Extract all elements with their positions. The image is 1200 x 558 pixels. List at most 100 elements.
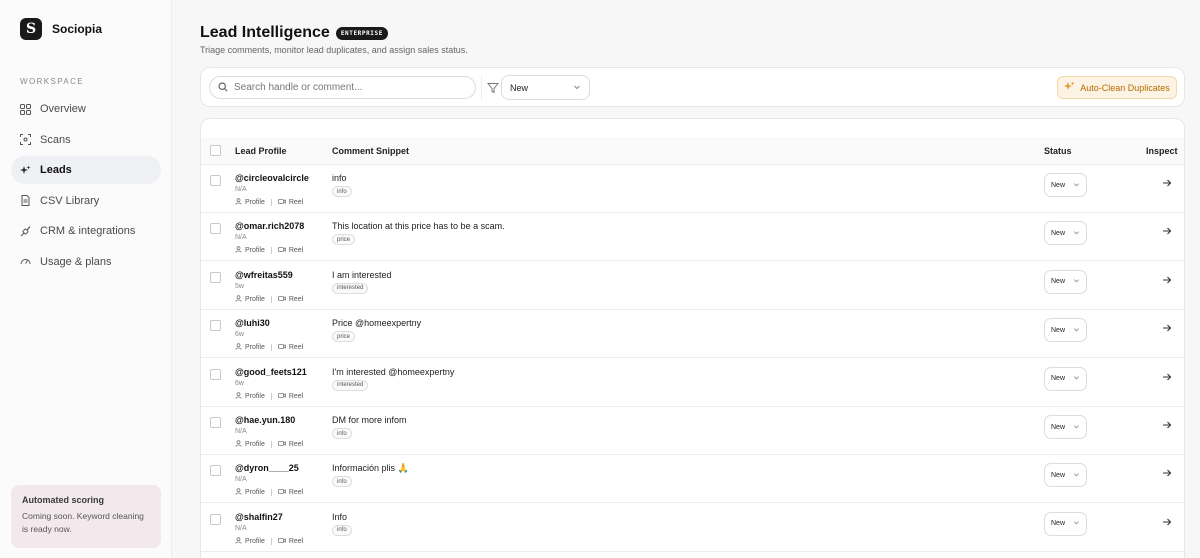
column-header-status[interactable]: Status (1044, 146, 1072, 156)
reel-link[interactable]: Reel (289, 393, 303, 400)
sidebar-item-label: CRM & integrations (40, 225, 136, 238)
status-select[interactable]: New (1044, 366, 1087, 391)
search-input[interactable] (234, 82, 464, 93)
comment-snippet: I am interested (332, 269, 392, 280)
sidebar-item-scans[interactable]: Scans (11, 126, 161, 154)
inspect-arrow-icon[interactable] (1162, 514, 1172, 526)
status-select[interactable]: New (1044, 415, 1087, 439)
inspect-arrow-icon[interactable] (1162, 320, 1172, 332)
reel-link[interactable]: Reel (289, 538, 303, 545)
video-icon (277, 343, 286, 352)
lead-handle[interactable]: @hae.yun.180 (235, 415, 295, 425)
automated-scoring-promo: Automated scoring Coming soon. Keyword c… (11, 485, 161, 548)
reel-link[interactable]: Reel (289, 489, 303, 496)
lead-handle[interactable]: @luhi30 (235, 318, 270, 328)
row-checkbox[interactable] (210, 513, 221, 525)
profile-link[interactable]: Profile (245, 199, 265, 206)
status-select[interactable]: New (1044, 269, 1087, 294)
reel-link[interactable]: Reel (289, 199, 303, 206)
reel-link[interactable]: Reel (289, 296, 303, 303)
status-select[interactable]: New (1044, 511, 1087, 536)
status-value: New (1051, 520, 1066, 528)
profile-link[interactable]: Profile (245, 296, 265, 303)
search-box[interactable] (209, 76, 476, 99)
profile-link[interactable]: Profile (245, 489, 265, 496)
sidebar-item-crm-integrations[interactable]: CRM & integrations (11, 217, 161, 245)
reel-link[interactable]: Reel (289, 441, 303, 448)
column-header-comment-snippet[interactable]: Comment Snippet (332, 146, 409, 156)
lead-links: Profile Reel (235, 343, 303, 352)
lead-handle[interactable]: @circleovalcircle (235, 173, 309, 183)
table-row: @omar.rich2078 N/A Profile Reel This loc… (201, 213, 1184, 262)
lead-links: Profile Reel (235, 295, 303, 304)
status-value: New (1051, 423, 1066, 431)
leads-table: Lead Profile Comment Snippet Status Insp… (200, 118, 1185, 558)
auto-clean-duplicates-button[interactable]: Auto-Clean Duplicates (1057, 76, 1177, 99)
chevron-down-icon (1073, 374, 1080, 383)
inspect-arrow-icon[interactable] (1162, 465, 1172, 477)
profile-link[interactable]: Profile (245, 441, 265, 448)
status-select[interactable]: New (1044, 463, 1087, 488)
row-checkbox[interactable] (210, 417, 221, 428)
file-icon (20, 195, 31, 207)
profile-link[interactable]: Profile (245, 344, 265, 351)
video-icon (277, 392, 286, 401)
row-checkbox[interactable] (210, 320, 221, 332)
status-select[interactable]: New (1044, 173, 1087, 197)
link-separator (270, 537, 272, 545)
promo-text: Coming soon. Keyword cleaning is ready n… (22, 511, 144, 534)
column-header-lead-profile[interactable]: Lead Profile (235, 146, 287, 156)
brand[interactable]: S Sociopia (20, 18, 102, 40)
chevron-down-icon (1073, 229, 1080, 238)
lead-age: N/A (235, 524, 247, 532)
row-checkbox[interactable] (210, 223, 221, 235)
user-icon (235, 537, 242, 546)
status-value: New (1051, 181, 1066, 189)
sidebar-item-usage-plans[interactable]: Usage & plans (11, 248, 161, 276)
video-icon (277, 295, 286, 304)
comment-snippet: DM for more infom (332, 415, 407, 425)
select-all-checkbox[interactable] (210, 145, 221, 156)
lead-handle[interactable]: @good_feets121 (235, 367, 307, 377)
inspect-arrow-icon[interactable] (1162, 417, 1172, 429)
reel-link[interactable]: Reel (289, 247, 303, 254)
row-checkbox[interactable] (210, 175, 221, 186)
profile-link[interactable]: Profile (245, 247, 265, 254)
status-select[interactable]: New (1044, 221, 1087, 246)
inspect-arrow-icon[interactable] (1162, 223, 1172, 235)
user-icon (235, 198, 242, 207)
lead-handle[interactable]: @dyron____25 (235, 463, 299, 473)
sidebar-item-leads[interactable]: Leads (11, 156, 161, 185)
table-row: @wfreitas559 5w Profile Reel I am intere… (201, 262, 1184, 310)
comment-snippet: info (332, 173, 347, 183)
row-checkbox[interactable] (210, 368, 221, 380)
status-select[interactable]: New (1044, 318, 1087, 343)
sidebar-item-label: Overview (40, 103, 86, 115)
status-filter-select[interactable]: New (501, 75, 590, 100)
toolbar: New Auto-Clean Duplicates (200, 67, 1185, 107)
lead-age: N/A (235, 428, 247, 435)
row-checkbox[interactable] (210, 271, 221, 283)
profile-link[interactable]: Profile (245, 393, 265, 400)
lead-handle[interactable]: @omar.rich2078 (235, 221, 304, 231)
chevron-down-icon (1073, 423, 1080, 432)
lead-handle[interactable]: @wfreitas559 (235, 270, 293, 280)
profile-link[interactable]: Profile (245, 538, 265, 545)
user-icon (235, 343, 242, 352)
reel-link[interactable]: Reel (289, 344, 303, 351)
row-checkbox[interactable] (210, 465, 221, 477)
table-row: @luhi30 6w Profile Reel Price @homeexper… (201, 310, 1184, 359)
sidebar: S Sociopia WORKSPACE Overview Scans Lead… (0, 0, 172, 558)
sidebar-item-csv-library[interactable]: CSV Library (11, 187, 161, 215)
inspect-arrow-icon[interactable] (1162, 272, 1172, 284)
sidebar-item-label: CSV Library (40, 194, 100, 207)
lead-handle[interactable]: @shalfin27 (235, 512, 283, 522)
sidebar-item-overview[interactable]: Overview (11, 95, 161, 123)
link-separator (270, 295, 272, 303)
user-icon (235, 295, 242, 304)
inspect-arrow-icon[interactable] (1162, 369, 1172, 380)
sidebar-item-label: Leads (40, 164, 72, 177)
chevron-down-icon (1073, 519, 1080, 528)
inspect-arrow-icon[interactable] (1162, 175, 1172, 187)
scan-icon (20, 134, 31, 146)
